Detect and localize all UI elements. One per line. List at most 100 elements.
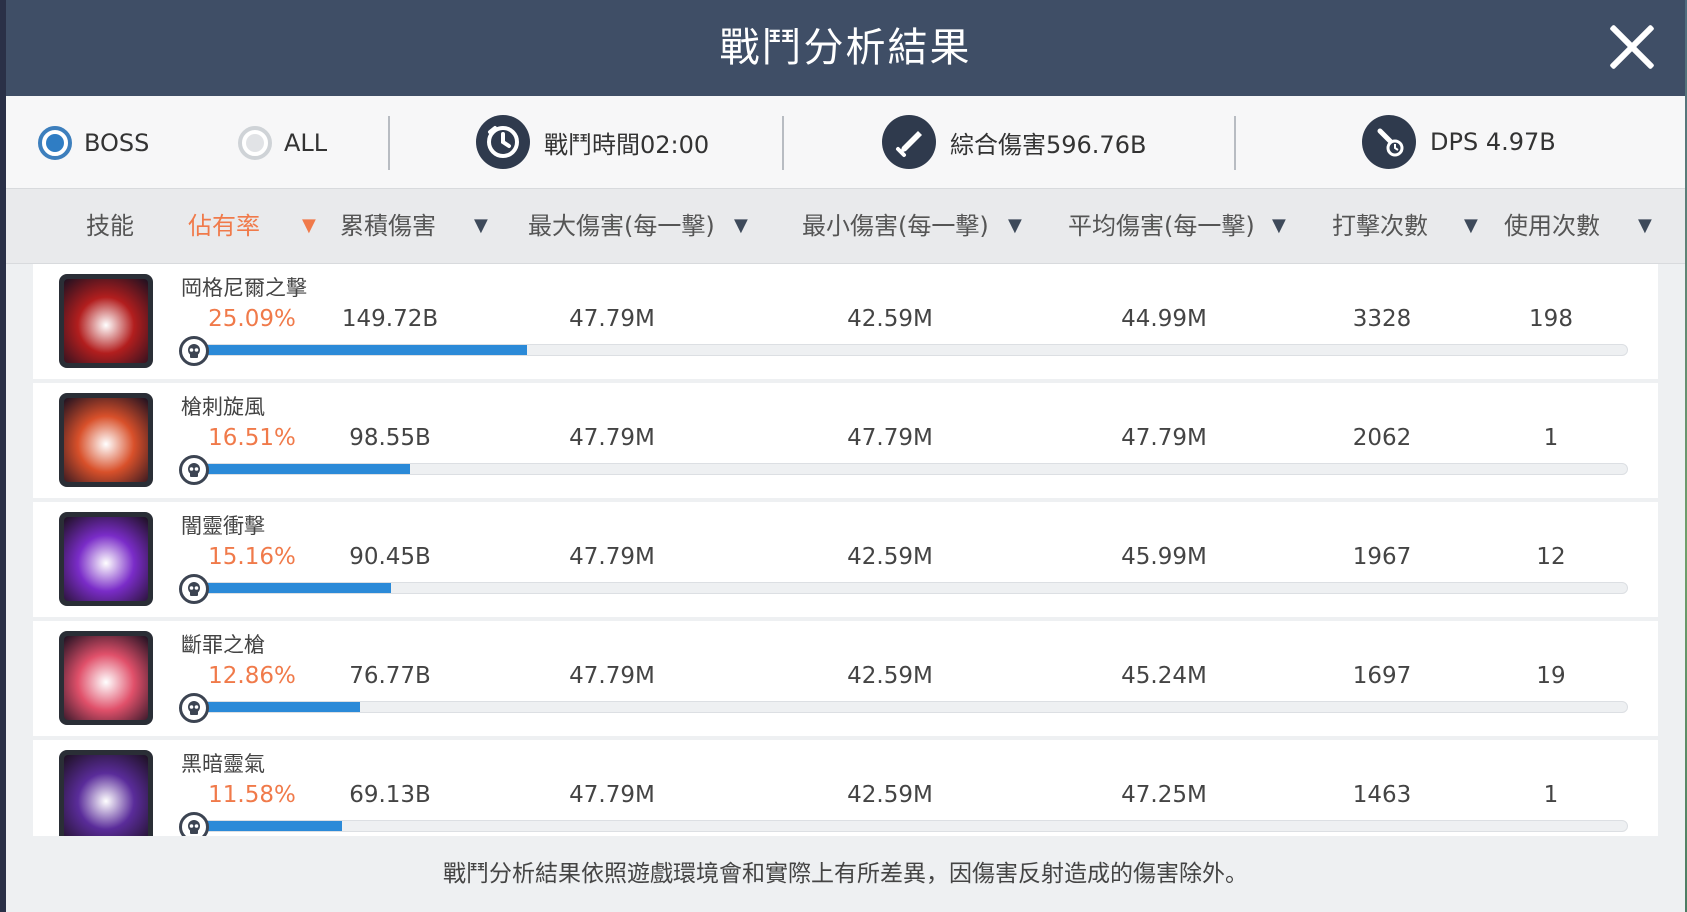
disclaimer-text: 戰鬥分析結果依照遊戲環境會和實際上有所差異，因傷害反射造成的傷害除外。 (6, 836, 1685, 912)
table-row[interactable]: 黑暗靈氣 11.58% 69.13B 47.79M 42.59M 47.25M 1463 1 (33, 740, 1658, 836)
cell-hits: 3328 (1352, 306, 1412, 332)
share-bar-fill (184, 345, 527, 355)
cell-uses: 198 (1529, 306, 1573, 332)
skill-name: 岡格尼爾之擊 (181, 276, 307, 300)
share-percent: 12.86% (208, 663, 296, 689)
cell-avg: 47.79M (1121, 425, 1207, 451)
radio-selected-icon (38, 126, 72, 160)
cell-max: 47.79M (569, 782, 655, 808)
cell-min: 42.59M (847, 306, 933, 332)
cell-hits: 1697 (1352, 663, 1412, 689)
cell-min: 42.59M (847, 544, 933, 570)
divider (388, 116, 390, 170)
title-bar: 戰鬥分析結果 (6, 0, 1685, 96)
radio-unselected-icon (238, 126, 272, 160)
share-bar-fill (184, 583, 392, 593)
cell-max: 47.79M (569, 425, 655, 451)
column-skill[interactable]: 技能 (86, 189, 134, 263)
cell-max: 47.79M (569, 544, 655, 570)
crimson-strike-icon (59, 274, 153, 368)
skull-icon (179, 455, 209, 485)
close-icon[interactable] (1607, 22, 1657, 72)
filter-stats-bar: BOSS ALL 戰鬥時間02:00 綜合傷害596.76B DPS 4.97B (6, 96, 1685, 188)
dps-value: DPS 4.97B (1430, 128, 1556, 156)
skull-icon (179, 693, 209, 723)
battle-time-value: 戰鬥時間02:00 (544, 130, 710, 159)
sort-arrow-avg-icon[interactable]: ▼ (1272, 189, 1286, 263)
cell-total: 76.77B (349, 663, 431, 689)
table-row[interactable]: 槍刺旋風 16.51% 98.55B 47.79M 47.79M 47.79M 2062 1 (33, 383, 1658, 498)
sword-timer-icon (1362, 115, 1416, 169)
dark-aura-icon (59, 750, 153, 836)
sort-arrow-share-icon[interactable]: ▼ (302, 189, 316, 263)
cell-min: 47.79M (847, 425, 933, 451)
sort-arrow-uses-icon[interactable]: ▼ (1638, 189, 1652, 263)
total-damage-stat: 綜合傷害596.76B (882, 114, 1146, 170)
judgment-spear-icon (59, 631, 153, 725)
cell-min: 42.59M (847, 663, 933, 689)
column-min-damage[interactable]: 最小傷害(每一擊) (802, 189, 989, 263)
cell-total: 90.45B (349, 544, 431, 570)
filter-all-radio[interactable]: ALL (238, 123, 327, 163)
cell-hits: 2062 (1352, 425, 1412, 451)
share-bar-track (183, 820, 1628, 832)
skull-icon (179, 574, 209, 604)
cell-hits: 1463 (1352, 782, 1412, 808)
column-hit-count[interactable]: 打擊次數 (1332, 189, 1428, 263)
cell-uses: 19 (1536, 663, 1566, 689)
sort-arrow-max-icon[interactable]: ▼ (734, 189, 748, 263)
share-bar-track (183, 463, 1628, 475)
cell-avg: 47.25M (1121, 782, 1207, 808)
dark-spirit-icon (59, 512, 153, 606)
filter-all-label: ALL (284, 129, 328, 157)
spear-whirlwind-icon (59, 393, 153, 487)
column-avg-damage[interactable]: 平均傷害(每一擊) (1068, 189, 1255, 263)
share-percent: 15.16% (208, 544, 296, 570)
skill-name: 槍刺旋風 (181, 395, 265, 419)
cell-avg: 44.99M (1121, 306, 1207, 332)
sword-icon (882, 115, 936, 169)
clock-icon (476, 115, 530, 169)
share-percent: 25.09% (208, 306, 296, 332)
skill-name: 斷罪之槍 (181, 633, 265, 657)
cell-hits: 1967 (1352, 544, 1412, 570)
cell-avg: 45.99M (1121, 544, 1207, 570)
share-bar-track (183, 701, 1628, 713)
cell-uses: 1 (1543, 782, 1559, 808)
filter-boss-radio[interactable]: BOSS (38, 123, 149, 163)
share-bar-fill (184, 464, 410, 474)
table-row[interactable]: 闇靈衝擊 15.16% 90.45B 47.79M 42.59M 45.99M 1967 12 (33, 502, 1658, 617)
sort-arrow-total-icon[interactable]: ▼ (474, 189, 488, 263)
filter-boss-label: BOSS (84, 129, 150, 157)
column-use-count[interactable]: 使用次數 (1504, 189, 1600, 263)
table-row[interactable]: 斷罪之槍 12.86% 76.77B 47.79M 42.59M 45.24M 1697 19 (33, 621, 1658, 736)
skill-table[interactable]: 岡格尼爾之擊 25.09% 149.72B 47.79M 42.59M 44.99M 332… (33, 264, 1658, 836)
share-bar-track (183, 582, 1628, 594)
share-bar-fill (184, 702, 360, 712)
sort-arrow-min-icon[interactable]: ▼ (1008, 189, 1022, 263)
cell-avg: 45.24M (1121, 663, 1207, 689)
column-total-damage[interactable]: 累積傷害 (340, 189, 436, 263)
sort-arrow-hits-icon[interactable]: ▼ (1464, 189, 1478, 263)
divider (782, 116, 784, 170)
skill-name: 闇靈衝擊 (181, 514, 265, 538)
divider (1234, 116, 1236, 170)
share-percent: 11.58% (208, 782, 296, 808)
share-bar-track (183, 344, 1628, 356)
column-share[interactable]: 佔有率 (188, 189, 260, 263)
skull-icon (179, 336, 209, 366)
total-damage-value: 綜合傷害596.76B (950, 130, 1147, 159)
cell-uses: 12 (1536, 544, 1566, 570)
table-row[interactable]: 岡格尼爾之擊 25.09% 149.72B 47.79M 42.59M 44.99M 332… (33, 264, 1658, 379)
cell-max: 47.79M (569, 306, 655, 332)
column-max-damage[interactable]: 最大傷害(每一擊) (528, 189, 715, 263)
cell-total: 149.72B (341, 306, 439, 332)
cell-uses: 1 (1543, 425, 1559, 451)
column-header-bar: 技能 佔有率 ▼ 累積傷害 ▼ 最大傷害(每一擊) ▼ 最小傷害(每一擊) ▼ … (6, 188, 1685, 264)
share-percent: 16.51% (208, 425, 296, 451)
battle-analysis-dialog: 戰鬥分析結果 BOSS ALL 戰鬥時間02:00 綜合傷害596.76B DP… (6, 0, 1685, 912)
cell-total: 69.13B (349, 782, 431, 808)
cell-total: 98.55B (349, 425, 431, 451)
cell-max: 47.79M (569, 663, 655, 689)
skill-name: 黑暗靈氣 (181, 752, 265, 776)
